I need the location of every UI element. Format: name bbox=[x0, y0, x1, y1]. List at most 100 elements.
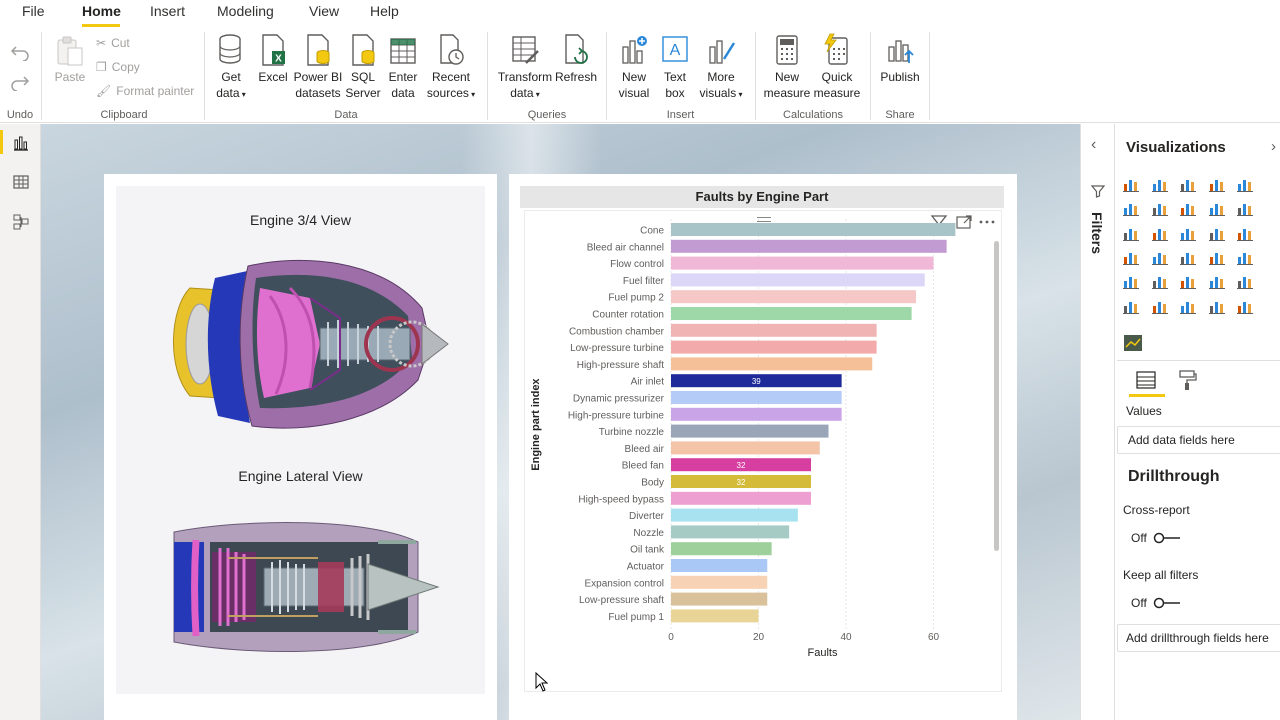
menu-modeling[interactable]: Modeling bbox=[217, 3, 274, 19]
new-measure-label-2: measure bbox=[763, 86, 811, 100]
table-icon[interactable] bbox=[1179, 273, 1197, 290]
model-view-icon[interactable] bbox=[12, 213, 30, 231]
power-apps-icon[interactable] bbox=[1236, 298, 1254, 314]
key-influencers-icon[interactable] bbox=[1122, 298, 1140, 314]
share-group-label: Share bbox=[885, 109, 915, 121]
area-icon[interactable] bbox=[1151, 200, 1169, 217]
data-group-label: Data bbox=[334, 109, 358, 121]
values-field-well[interactable]: Add data fields here bbox=[1117, 426, 1280, 454]
custom-visual-icon[interactable] bbox=[1123, 334, 1143, 352]
transform-data-label-1: Transform bbox=[497, 70, 553, 84]
line-icon[interactable] bbox=[1122, 200, 1140, 217]
menu-help[interactable]: Help bbox=[370, 3, 399, 19]
copy-icon: ❐ bbox=[96, 60, 107, 74]
clustered-bar-icon[interactable] bbox=[1179, 176, 1197, 192]
y-category-label: Fuel filter bbox=[623, 276, 665, 287]
quick-measure-label-2: measure bbox=[813, 86, 861, 100]
insert-group-label: Insert bbox=[666, 109, 695, 121]
funnel-icon[interactable] bbox=[1151, 225, 1169, 241]
new-measure-button[interactable]: New measure bbox=[762, 33, 812, 101]
redo-icon bbox=[11, 76, 30, 91]
filters-pane-collapsed[interactable]: ‹ Filters bbox=[1081, 124, 1115, 720]
arcgis-icon[interactable] bbox=[1208, 298, 1226, 314]
new-visual-label-1: New bbox=[621, 70, 646, 84]
copy-button[interactable]: ❐ Copy bbox=[96, 60, 140, 74]
filled-map-icon[interactable] bbox=[1151, 249, 1169, 265]
pie-icon[interactable] bbox=[1208, 225, 1226, 241]
menu-home[interactable]: Home bbox=[82, 3, 121, 19]
pbi-datasets-button[interactable]: Power BI datasets bbox=[292, 33, 344, 101]
y-axis-title: Engine part index bbox=[530, 378, 542, 471]
stacked-area-icon[interactable] bbox=[1179, 200, 1197, 217]
collapse-visualizations-icon[interactable]: › bbox=[1271, 138, 1276, 155]
qa-icon[interactable] bbox=[1179, 298, 1197, 314]
engine-lateral-view-title: Engine Lateral View bbox=[238, 468, 363, 484]
transform-data-button[interactable]: Transform data ▾ bbox=[496, 33, 554, 103]
get-data-button[interactable]: Get data ▾ bbox=[208, 33, 254, 103]
keep-all-filters-toggle[interactable]: Off bbox=[1131, 596, 1181, 610]
menu-file[interactable]: File bbox=[22, 3, 45, 19]
stacked-bar-icon[interactable] bbox=[1122, 176, 1140, 192]
sql-server-button[interactable]: SQL Server bbox=[344, 33, 382, 101]
x-axis-title: Faults bbox=[808, 647, 838, 659]
text-box-button[interactable]: A Text box bbox=[656, 33, 694, 101]
ribbon: Undo Paste ✂ Cut ❐ Copy 🖌 Format painter Cl… bbox=[0, 27, 1280, 123]
publish-button[interactable]: Publish bbox=[878, 33, 922, 85]
card-icon[interactable] bbox=[1236, 249, 1254, 265]
line-stacked-column-icon[interactable] bbox=[1236, 200, 1254, 217]
expand-chevron-icon[interactable]: ‹ bbox=[1091, 136, 1096, 154]
get-data-label-2: data bbox=[216, 86, 240, 100]
bar bbox=[671, 407, 842, 421]
engine-3-4-image bbox=[173, 259, 449, 429]
faults-bar-chart-visual[interactable]: Faults by Engine Part 0 20 40 60 Cone Bleed a… bbox=[509, 174, 1017, 720]
data-view-icon[interactable] bbox=[12, 173, 30, 191]
gauge-icon[interactable] bbox=[1208, 249, 1226, 265]
cross-report-toggle[interactable]: Off bbox=[1131, 531, 1181, 545]
line-column-icon[interactable] bbox=[1208, 200, 1226, 217]
paste-button[interactable]: Paste bbox=[50, 35, 90, 85]
quick-measure-button[interactable]: Quick measure bbox=[812, 33, 862, 101]
y-category-label: Low-pressure shaft bbox=[579, 595, 664, 606]
text-box-label-2: box bbox=[665, 86, 685, 100]
keep-all-filters-state: Off bbox=[1131, 596, 1147, 610]
format-painter-label: Format painter bbox=[116, 84, 195, 98]
scatter-icon[interactable] bbox=[1179, 225, 1197, 241]
chart-scrollbar[interactable] bbox=[994, 241, 999, 551]
bar bbox=[671, 273, 925, 287]
bar bbox=[671, 223, 956, 236]
waterfall-icon[interactable] bbox=[1122, 225, 1140, 241]
values-placeholder: Add data fields here bbox=[1128, 433, 1235, 447]
kpi-icon[interactable] bbox=[1122, 273, 1140, 290]
enter-data-button[interactable]: Enter data bbox=[384, 33, 422, 101]
recent-sources-button[interactable]: Recent sources ▾ bbox=[424, 33, 478, 103]
menu-view[interactable]: View bbox=[309, 3, 339, 19]
clustered-column-icon[interactable] bbox=[1208, 176, 1226, 192]
donut-icon[interactable] bbox=[1236, 225, 1254, 241]
ribbon-separator bbox=[606, 32, 607, 120]
stacked-column-icon[interactable] bbox=[1151, 176, 1169, 192]
drillthrough-field-well[interactable]: Add drillthrough fields here bbox=[1117, 624, 1280, 652]
new-visual-button[interactable]: New visual bbox=[614, 33, 654, 101]
slicer-icon[interactable] bbox=[1151, 273, 1169, 290]
cut-button[interactable]: ✂ Cut bbox=[96, 36, 130, 50]
drillthrough-placeholder: Add drillthrough fields here bbox=[1126, 631, 1269, 645]
matrix-icon[interactable] bbox=[1208, 273, 1226, 290]
cut-label: Cut bbox=[111, 36, 130, 50]
fields-tab-icon[interactable] bbox=[1135, 369, 1157, 391]
shape-map-icon[interactable] bbox=[1179, 249, 1197, 265]
r-visual-icon[interactable] bbox=[1236, 273, 1254, 290]
undo-button[interactable] bbox=[8, 43, 32, 63]
more-visuals-button[interactable]: More visuals ▾ bbox=[696, 33, 746, 103]
format-paintroller-icon[interactable] bbox=[1176, 369, 1198, 391]
excel-button[interactable]: X Excel bbox=[256, 33, 290, 85]
engine-images-visual[interactable]: Engine 3/4 View Engine Lateral View bbox=[104, 174, 497, 720]
redo-button[interactable] bbox=[8, 73, 32, 93]
report-view-icon[interactable] bbox=[12, 134, 30, 152]
decomposition-tree-icon[interactable] bbox=[1151, 298, 1169, 314]
refresh-button[interactable]: Refresh bbox=[554, 33, 598, 85]
report-page: Engine 3/4 View Engine Lateral View Faul… bbox=[104, 174, 1017, 720]
format-painter-button[interactable]: 🖌 Format painter bbox=[96, 84, 194, 98]
menu-insert[interactable]: Insert bbox=[150, 3, 185, 19]
100-bar-icon[interactable] bbox=[1236, 176, 1254, 192]
map-icon[interactable] bbox=[1122, 249, 1140, 265]
